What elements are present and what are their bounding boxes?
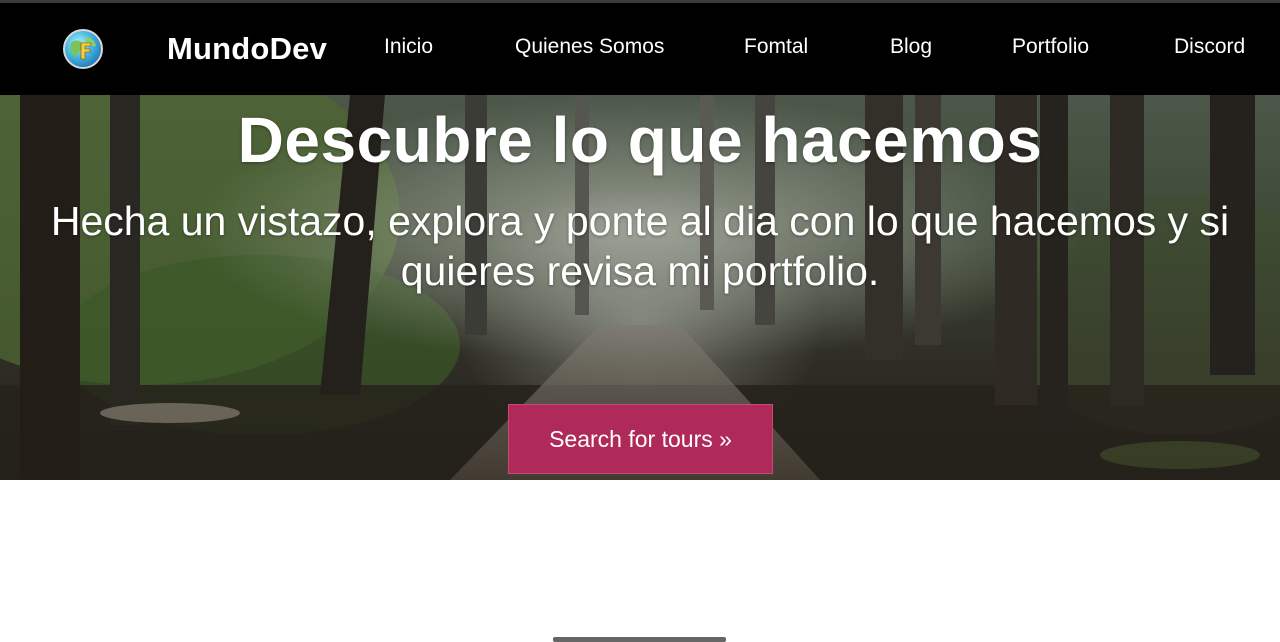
hero-section: Descubre lo que hacemos Hecha un vistazo… <box>0 95 1280 480</box>
nav-link-discord[interactable]: Discord <box>1174 35 1245 59</box>
hero-title: Descubre lo que hacemos <box>237 104 1043 176</box>
nav-link-quienes-somos[interactable]: Quienes Somos <box>515 35 664 59</box>
horizontal-scrollbar-thumb[interactable] <box>553 637 726 642</box>
nav-link-blog[interactable]: Blog <box>890 35 932 59</box>
nav-link-portfolio[interactable]: Portfolio <box>1012 35 1089 59</box>
globe-logo-icon[interactable] <box>63 29 103 69</box>
brand-name[interactable]: MundoDev <box>167 31 327 67</box>
top-navbar: MundoDev Inicio Quienes Somos Fomtal Blo… <box>0 3 1280 95</box>
hero-subtitle: Hecha un vistazo, explora y ponte al dia… <box>50 198 1230 294</box>
nav-link-fomtal[interactable]: Fomtal <box>744 35 808 59</box>
search-tours-button[interactable]: Search for tours » <box>508 404 773 474</box>
nav-link-inicio[interactable]: Inicio <box>384 35 433 59</box>
